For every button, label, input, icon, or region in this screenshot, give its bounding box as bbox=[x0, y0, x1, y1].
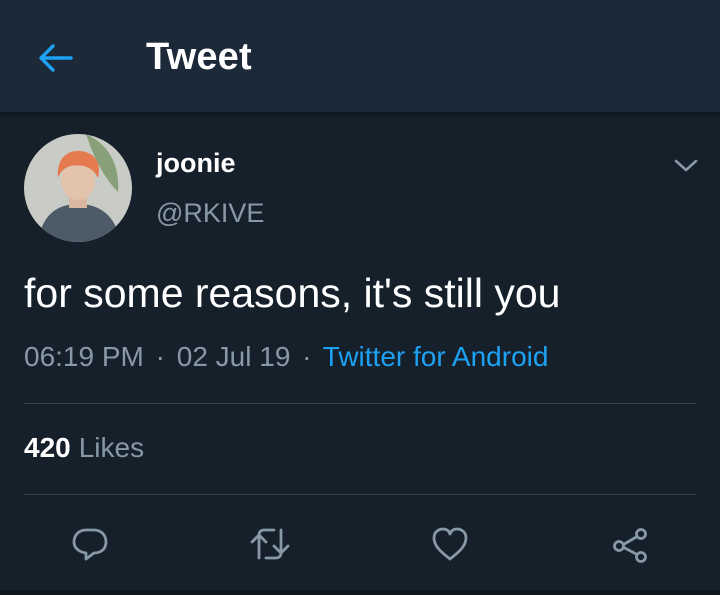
metadata-separator: · bbox=[155, 341, 165, 372]
display-name[interactable]: joonie bbox=[156, 148, 236, 179]
likes-label: Likes bbox=[78, 432, 145, 463]
likes-count: 420 bbox=[24, 432, 71, 463]
chevron-down-icon bbox=[674, 159, 698, 172]
tweet-options-button[interactable] bbox=[668, 148, 704, 184]
retweet-button[interactable] bbox=[246, 520, 294, 568]
tweet-text: for some reasons, it's still you bbox=[24, 270, 561, 316]
tweet-date: 02 Jul 19 bbox=[176, 341, 291, 372]
reply-button[interactable] bbox=[66, 520, 114, 568]
share-button[interactable] bbox=[606, 520, 654, 568]
user-handle[interactable]: @RKIVE bbox=[156, 198, 264, 229]
like-button[interactable] bbox=[426, 520, 474, 568]
reply-icon bbox=[72, 528, 108, 561]
bottom-edge bbox=[0, 590, 720, 595]
page-title: Tweet bbox=[146, 36, 252, 78]
heart-icon bbox=[432, 527, 468, 561]
divider bbox=[24, 403, 696, 404]
share-icon bbox=[613, 528, 647, 563]
retweet-icon bbox=[250, 528, 290, 560]
likes-count-link[interactable]: 420 Likes bbox=[24, 432, 144, 464]
avatar[interactable] bbox=[24, 134, 132, 242]
top-app-bar: Tweet bbox=[0, 0, 720, 113]
tweet-metadata: 06:19 PM · 02 Jul 19 · Twitter for Andro… bbox=[24, 341, 548, 373]
arrow-left-icon bbox=[39, 44, 73, 72]
back-button[interactable] bbox=[30, 32, 82, 84]
tweet-source-link[interactable]: Twitter for Android bbox=[323, 341, 549, 372]
tweet-time: 06:19 PM bbox=[24, 341, 144, 372]
avatar-photo bbox=[24, 134, 132, 242]
metadata-separator: · bbox=[302, 341, 312, 372]
divider bbox=[24, 494, 696, 495]
